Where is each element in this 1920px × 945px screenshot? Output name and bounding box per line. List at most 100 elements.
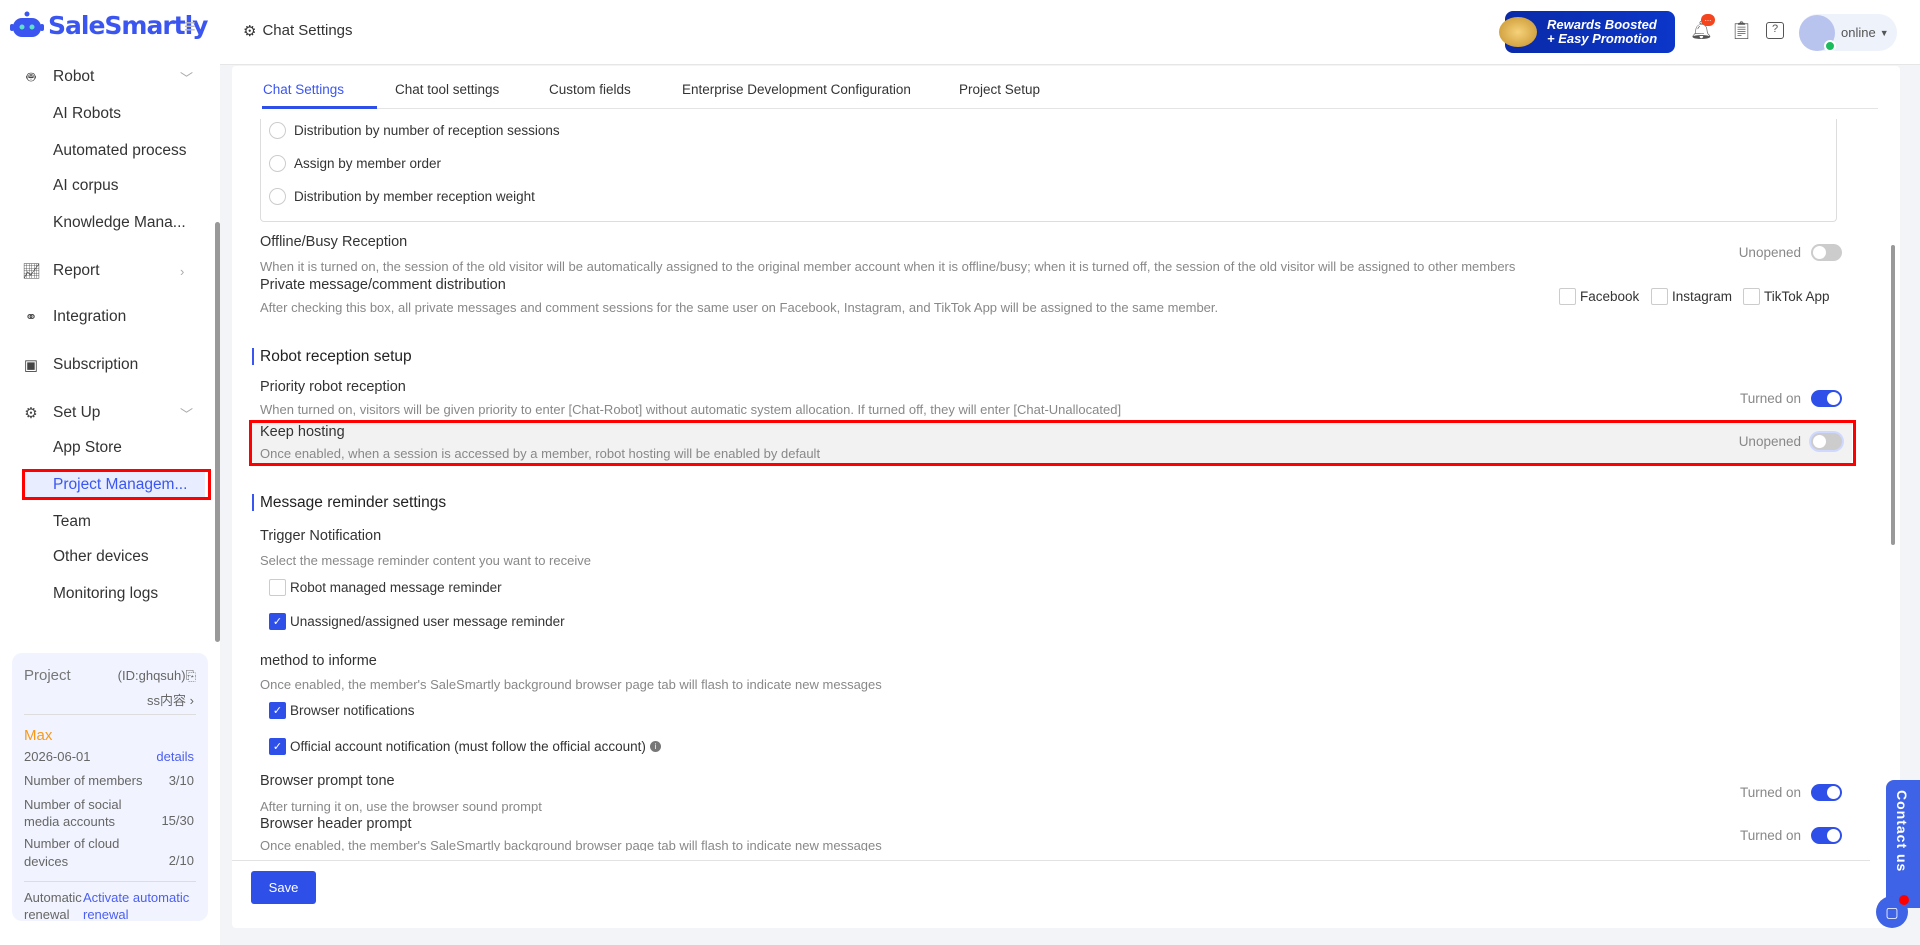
top-header: ⚙ Chat Settings Rewards Boosted + Easy Pr… (220, 0, 1920, 65)
priority-toggle[interactable]: Turned on (1740, 390, 1842, 407)
instagram-checkbox[interactable]: Instagram (1651, 288, 1732, 305)
tone-title: Browser prompt tone (260, 773, 395, 789)
clipboard-icon[interactable]: 📋︎ (1730, 20, 1753, 41)
project-id[interactable]: (ID:ghqsuh)⎘ (118, 668, 196, 684)
sidebar-item-knowledge[interactable]: Knowledge Mana... (0, 212, 210, 234)
sidebar-item-setup[interactable]: ⚙ Set Up ﹀ (0, 402, 210, 424)
tab-divider (262, 108, 1878, 109)
caret-down-icon: ▼ (1879, 27, 1889, 38)
offline-title: Offline/Busy Reception (260, 234, 408, 250)
priority-title: Priority robot reception (260, 379, 406, 395)
wallet-icon: ▣ (23, 357, 39, 374)
toggle-switch[interactable] (1811, 390, 1842, 407)
toggle-switch[interactable] (1811, 433, 1842, 450)
sidebar-item-report[interactable]: 📈︎ Report › (0, 260, 210, 282)
header-prompt-desc: Once enabled, the member's SaleSmartly b… (260, 838, 882, 851)
checkbox-label: TikTok App (1764, 289, 1830, 304)
tab-enterprise-dev-config[interactable]: Enterprise Development Configuration (682, 82, 911, 97)
sidebar-item-other-devices[interactable]: Other devices (0, 546, 210, 568)
coin-icon (1499, 17, 1537, 47)
copy-icon[interactable]: ⎘ (186, 668, 196, 683)
project-id-text: (ID:ghqsuh) (117, 668, 186, 683)
checkbox-label: Robot managed message reminder (290, 580, 502, 595)
label: AI Robots (53, 105, 122, 122)
label: Robot (53, 68, 95, 85)
tab-chat-tool-settings[interactable]: Chat tool settings (395, 82, 499, 97)
info-icon[interactable]: i (649, 741, 661, 752)
chevron-right-icon: › (180, 263, 185, 279)
header-prompt-toggle[interactable]: Turned on (1740, 827, 1842, 844)
help-icon[interactable]: ? (1766, 22, 1784, 39)
promo-banner[interactable]: Rewards Boosted + Easy Promotion (1499, 11, 1675, 53)
sidebar-scrollbar[interactable] (215, 222, 220, 642)
toggle-switch[interactable] (1811, 827, 1842, 844)
tiktok-checkbox[interactable]: TikTok App (1743, 288, 1830, 305)
robot-reminder-checkbox[interactable]: Robot managed message reminder (269, 579, 502, 596)
sidebar-item-integration[interactable]: ⚭ Integration (0, 306, 210, 328)
checkbox[interactable] (1559, 288, 1576, 305)
online-dot (1824, 39, 1836, 52)
divider (24, 714, 196, 715)
radio-by-weight[interactable]: Distribution by member reception weight (269, 188, 535, 205)
private-title: Private message/comment distribution (260, 277, 506, 293)
checkbox[interactable] (1743, 288, 1760, 305)
sidebar-item-monitoring-logs[interactable]: Monitoring logs (0, 583, 210, 605)
sidebar-item-subscription[interactable]: ▣ Subscription (0, 354, 210, 376)
facebook-checkbox[interactable]: Facebook (1559, 288, 1639, 305)
sidebar-item-ai-robots[interactable]: AI Robots (0, 103, 210, 125)
radio-by-order[interactable]: Assign by member order (269, 155, 441, 172)
sidebar-item-team[interactable]: Team (0, 511, 210, 533)
sidebar-item-automated-process[interactable]: Automated process (0, 140, 210, 162)
tab-custom-fields[interactable]: Custom fields (549, 82, 631, 97)
checkbox-label: Facebook (1580, 289, 1640, 304)
expiry-date: 2026-06-01 (24, 749, 91, 764)
notification-badge: ... (1701, 14, 1715, 26)
checkbox[interactable] (269, 579, 286, 596)
sidebar-item-project-management[interactable]: Project Managem... (25, 472, 205, 498)
activate-renewal-link[interactable]: Activate automatic renewal (83, 889, 203, 923)
contact-us-tab[interactable]: Contact us (1886, 780, 1920, 908)
checkbox-checked[interactable]: ✓ (269, 613, 286, 630)
checkbox-checked[interactable]: ✓ (269, 738, 286, 755)
label: Other devices (53, 548, 149, 565)
keep-hosting-toggle[interactable]: Unopened (1739, 433, 1842, 450)
offline-toggle[interactable]: Unopened (1739, 244, 1842, 261)
status-text: online (1841, 25, 1876, 40)
renewal-label: Automatic renewal (24, 890, 82, 922)
chevron-right-icon: › (189, 693, 194, 708)
social-label: Number of social media accounts (24, 797, 122, 829)
contact-us-label: Contact us (1894, 790, 1910, 873)
toggle-switch[interactable] (1811, 244, 1842, 261)
sidebar-item-ai-corpus[interactable]: AI corpus (0, 175, 210, 197)
project-switch[interactable]: ss内容 › (147, 690, 194, 709)
trigger-desc: Select the message reminder content you … (260, 553, 591, 568)
checkbox-label: Unassigned/assigned user message reminde… (290, 614, 565, 629)
checkbox[interactable] (1651, 288, 1668, 305)
tone-toggle[interactable]: Turned on (1740, 784, 1842, 801)
checkbox-checked[interactable]: ✓ (269, 702, 286, 719)
chart-icon: 📈︎ (22, 263, 42, 280)
radio-by-sessions[interactable]: Distribution by number of reception sess… (269, 122, 560, 139)
user-status-dropdown[interactable]: online ▼ (1799, 14, 1897, 52)
tab-project-setup[interactable]: Project Setup (959, 82, 1040, 97)
label: AI corpus (53, 177, 119, 194)
cloud-value: 2/10 (168, 853, 194, 868)
label: Project Managem... (53, 476, 188, 493)
settings-panel: Chat Settings Chat tool settings Custom … (232, 66, 1900, 928)
toggle-switch[interactable] (1811, 784, 1842, 801)
user-reminder-checkbox[interactable]: ✓ Unassigned/assigned user message remind… (269, 613, 565, 630)
sidebar-item-robot[interactable]: 🤖︎ Robot ﹀ (0, 66, 210, 88)
gear-icon: ⚙ (24, 405, 38, 422)
tab-chat-settings[interactable]: Chat Settings (263, 82, 344, 97)
browser-notifications-checkbox[interactable]: ✓ Browser notifications (269, 702, 415, 719)
sidebar-item-app-store[interactable]: App Store (0, 437, 210, 459)
save-button[interactable]: Save (251, 871, 316, 904)
menu-collapse-icon[interactable]: ≡ (184, 16, 196, 39)
label: Set Up (53, 404, 101, 421)
details-link[interactable]: details (156, 749, 194, 764)
project-card: Project (ID:ghqsuh)⎘ ss内容 › Max 2026-06-… (12, 653, 208, 923)
content-scrollbar[interactable] (1891, 245, 1895, 545)
promo-line2: + Easy Promotion (1547, 31, 1658, 46)
offline-desc: When it is turned on, the session of the… (260, 259, 1516, 274)
official-account-checkbox[interactable]: ✓ Official account notification (must fol… (269, 738, 661, 755)
